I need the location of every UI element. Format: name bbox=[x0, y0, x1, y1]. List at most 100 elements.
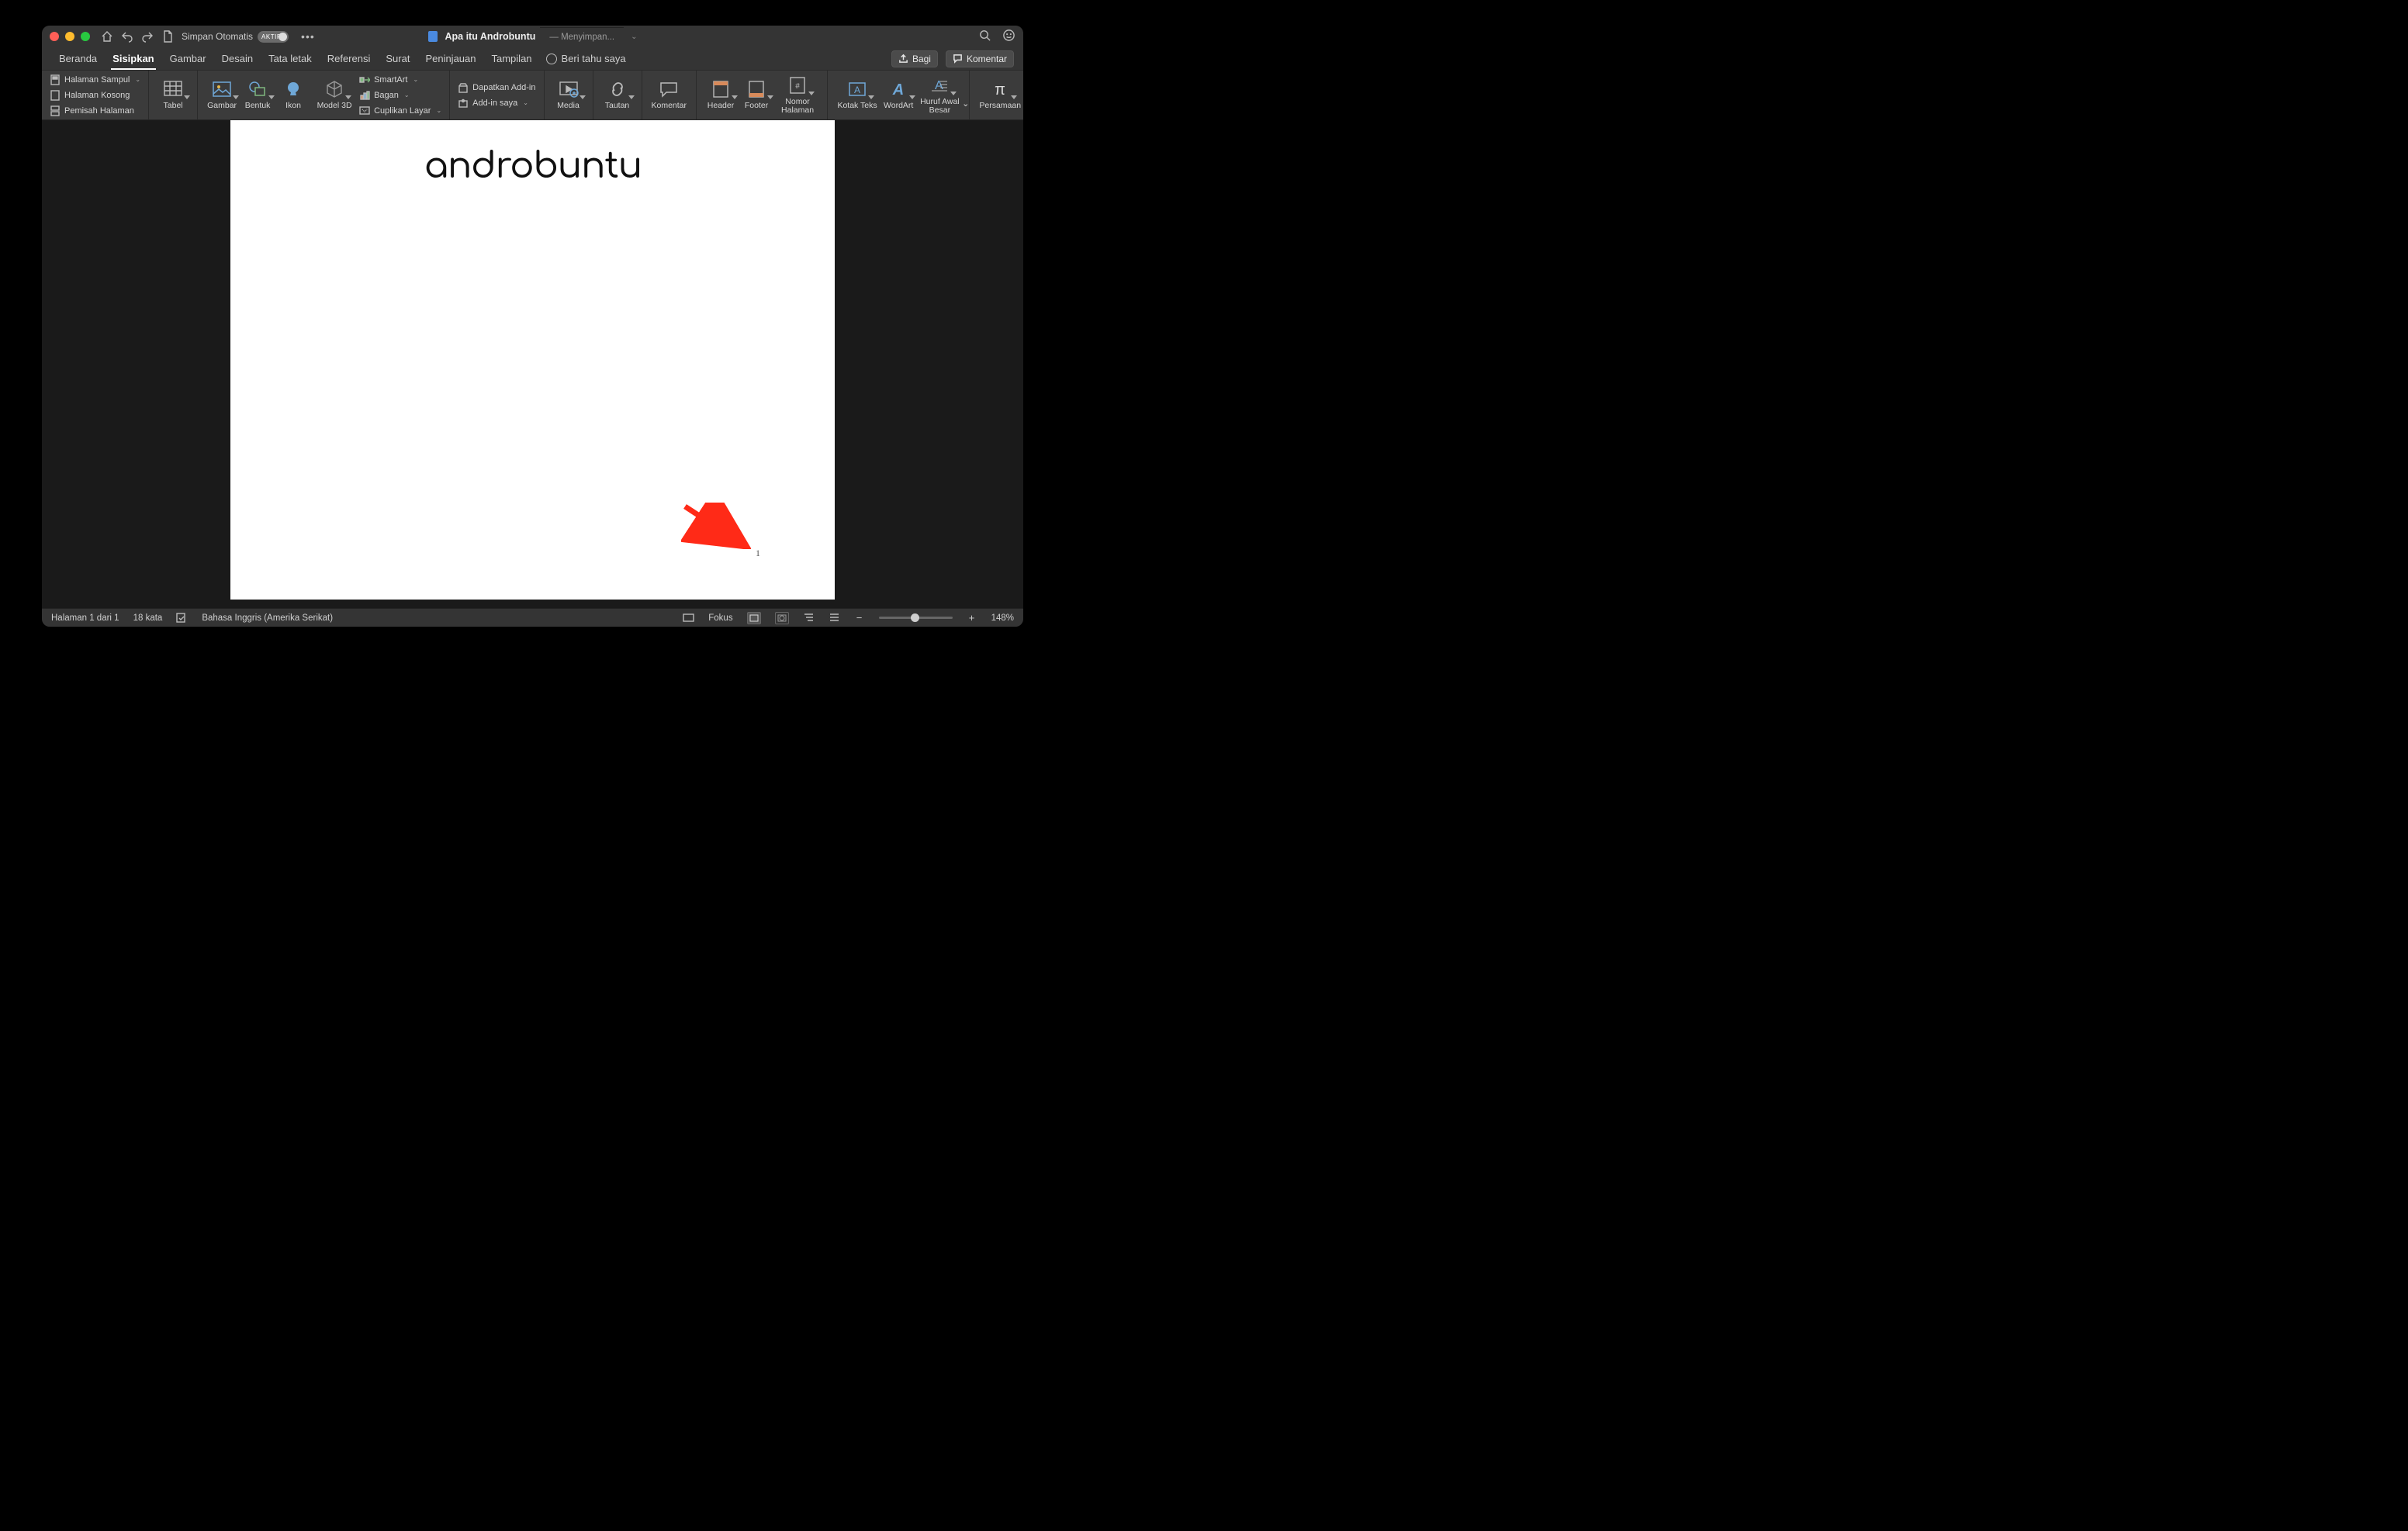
page: androbuntu 1 bbox=[230, 120, 835, 600]
tab-peninjauan[interactable]: Peninjauan bbox=[417, 47, 483, 70]
tab-beranda[interactable]: Beranda bbox=[51, 47, 105, 70]
web-layout-view-button[interactable] bbox=[775, 612, 789, 624]
zoom-slider[interactable] bbox=[879, 617, 953, 619]
autosave-label: Simpan Otomatis bbox=[182, 31, 253, 42]
ribbon-tabs: Beranda Sisipkan Gambar Desain Tata leta… bbox=[42, 47, 1023, 71]
document-status: — Menyimpan... bbox=[540, 27, 624, 46]
smartart-button[interactable]: SmartArt⌄ bbox=[358, 73, 443, 87]
tab-sisipkan[interactable]: Sisipkan bbox=[105, 47, 161, 70]
chart-button[interactable]: Bagan⌄ bbox=[358, 88, 443, 102]
tell-me-search[interactable]: Beri tahu saya bbox=[546, 53, 626, 64]
zoom-out-button[interactable]: − bbox=[854, 612, 865, 624]
home-icon[interactable] bbox=[101, 30, 113, 43]
header-button[interactable]: Header bbox=[703, 79, 739, 110]
lightbulb-icon bbox=[546, 54, 557, 64]
cube-icon bbox=[323, 79, 345, 99]
annotation-arrow bbox=[681, 503, 751, 553]
header-icon bbox=[710, 79, 732, 99]
autosave-toggle[interactable]: Simpan Otomatis AKTIF bbox=[182, 31, 289, 43]
spellcheck-icon[interactable] bbox=[176, 612, 188, 624]
footer-icon bbox=[746, 79, 767, 99]
store-icon bbox=[458, 82, 469, 93]
icons-button[interactable]: Ikon bbox=[275, 79, 311, 110]
file-icon[interactable] bbox=[161, 30, 174, 43]
cover-page-icon bbox=[50, 74, 61, 85]
page-number-button[interactable]: #Nomor Halaman bbox=[774, 75, 821, 115]
group-pages: Halaman Sampul⌄ Halaman Kosong Pemisah H… bbox=[42, 71, 149, 119]
zoom-in-button[interactable]: + bbox=[967, 612, 977, 624]
undo-icon[interactable] bbox=[121, 30, 133, 43]
shapes-icon bbox=[247, 79, 268, 99]
tab-desain[interactable]: Desain bbox=[214, 47, 261, 70]
link-icon bbox=[607, 79, 628, 99]
3d-models-button[interactable]: Model 3D bbox=[311, 79, 358, 110]
document-name: Apa itu Androbuntu bbox=[445, 31, 536, 42]
svg-text:π: π bbox=[995, 81, 1005, 98]
more-quick-access-icon[interactable]: ••• bbox=[301, 30, 315, 43]
app-window: Simpan Otomatis AKTIF ••• Apa itu Androb… bbox=[42, 26, 1023, 627]
wordart-button[interactable]: AWordArt bbox=[881, 79, 916, 110]
screenshot-icon bbox=[359, 105, 370, 116]
equation-button[interactable]: πPersamaan bbox=[976, 79, 1023, 110]
table-button[interactable]: Tabel bbox=[155, 79, 191, 110]
focus-mode-icon[interactable] bbox=[683, 612, 694, 624]
chevron-down-icon: ⌄ bbox=[631, 33, 637, 41]
textbox-button[interactable]: AKotak Teks bbox=[834, 79, 881, 110]
shapes-button[interactable]: Bentuk bbox=[240, 79, 275, 110]
language-indicator[interactable]: Bahasa Inggris (Amerika Serikat) bbox=[202, 613, 333, 623]
zoom-level[interactable]: 148% bbox=[991, 613, 1014, 623]
comments-button[interactable]: Komentar bbox=[946, 50, 1014, 67]
footer-button[interactable]: Footer bbox=[739, 79, 774, 110]
draft-view-icon[interactable] bbox=[829, 612, 840, 624]
puzzle-icon bbox=[458, 98, 469, 109]
redo-icon[interactable] bbox=[141, 30, 154, 43]
close-window-button[interactable] bbox=[50, 32, 59, 41]
page-count[interactable]: Halaman 1 dari 1 bbox=[51, 613, 119, 623]
share-button[interactable]: Bagi bbox=[891, 50, 938, 67]
chart-icon bbox=[359, 90, 370, 101]
focus-label[interactable]: Fokus bbox=[708, 613, 732, 623]
blank-page-icon bbox=[50, 90, 61, 101]
page-break-button[interactable]: Pemisah Halaman bbox=[48, 104, 142, 118]
my-addins-button[interactable]: Add-in saya⌄ bbox=[456, 96, 537, 110]
print-layout-view-button[interactable] bbox=[747, 612, 761, 624]
wordart-icon: A bbox=[887, 79, 909, 99]
title-bar: Simpan Otomatis AKTIF ••• Apa itu Androb… bbox=[42, 26, 1023, 47]
table-icon bbox=[162, 79, 184, 99]
svg-text:A: A bbox=[854, 85, 860, 95]
tab-tata-letak[interactable]: Tata letak bbox=[261, 47, 320, 70]
document-canvas[interactable]: androbuntu 1 bbox=[42, 120, 1023, 608]
pictures-icon bbox=[211, 79, 233, 99]
maximize-window-button[interactable] bbox=[81, 32, 90, 41]
icons-icon bbox=[282, 79, 304, 99]
tab-referensi[interactable]: Referensi bbox=[320, 47, 379, 70]
word-count[interactable]: 18 kata bbox=[133, 613, 163, 623]
tab-surat[interactable]: Surat bbox=[378, 47, 417, 70]
cover-page-button[interactable]: Halaman Sampul⌄ bbox=[48, 73, 142, 87]
page-break-icon bbox=[50, 105, 61, 116]
smartart-icon bbox=[359, 74, 370, 85]
outline-view-icon[interactable] bbox=[803, 612, 815, 624]
blank-page-button[interactable]: Halaman Kosong bbox=[48, 88, 142, 102]
screenshot-button[interactable]: Cuplikan Layar⌄ bbox=[358, 104, 443, 118]
ribbon-insert: Halaman Sampul⌄ Halaman Kosong Pemisah H… bbox=[42, 71, 1023, 120]
smiley-icon[interactable] bbox=[1002, 29, 1015, 44]
header-brand-text: androbuntu bbox=[386, 143, 680, 196]
links-button[interactable]: Tautan bbox=[600, 79, 635, 110]
page-number-text: 1 bbox=[756, 548, 760, 559]
window-controls bbox=[50, 32, 90, 41]
minimize-window-button[interactable] bbox=[65, 32, 74, 41]
textbox-icon: A bbox=[846, 79, 868, 99]
tab-gambar[interactable]: Gambar bbox=[162, 47, 214, 70]
equation-icon: π bbox=[989, 79, 1011, 99]
pictures-button[interactable]: Gambar bbox=[204, 79, 240, 110]
search-icon[interactable] bbox=[978, 29, 991, 44]
media-button[interactable]: Media bbox=[551, 79, 586, 110]
status-bar: Halaman 1 dari 1 18 kata Bahasa Inggris … bbox=[42, 608, 1023, 627]
comment-button[interactable]: Komentar bbox=[649, 79, 690, 110]
window-title[interactable]: Apa itu Androbuntu — Menyimpan... ⌄ bbox=[428, 27, 638, 46]
autosave-pill[interactable]: AKTIF bbox=[258, 31, 289, 43]
drop-cap-button[interactable]: AHuruf Awal Besar bbox=[916, 75, 963, 115]
get-addins-button[interactable]: Dapatkan Add-in bbox=[456, 81, 537, 95]
tab-tampilan[interactable]: Tampilan bbox=[484, 47, 540, 70]
